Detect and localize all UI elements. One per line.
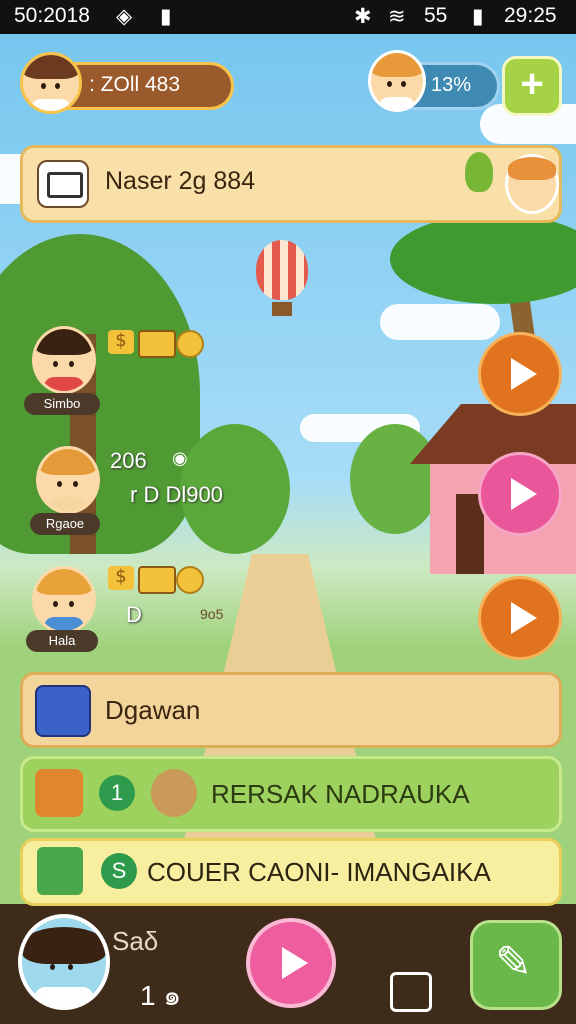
- currency-value: : ZOll 483: [89, 73, 181, 96]
- play-button-1[interactable]: [478, 332, 562, 416]
- balloon-basket: [272, 302, 292, 316]
- play-button-3[interactable]: [478, 576, 562, 660]
- bluetooth-icon: ✱: [354, 5, 372, 28]
- tool-icon: ✎: [495, 937, 532, 988]
- menu-label: COUER CAONI- IMANGAIKA: [147, 857, 491, 887]
- banner-avatar: [505, 154, 559, 214]
- character-avatar[interactable]: [36, 446, 100, 514]
- gift-box-icon: [37, 847, 83, 895]
- play-button-2[interactable]: [478, 452, 562, 536]
- arcade-icon: [35, 685, 91, 737]
- inventory-icon[interactable]: 1 ๑: [140, 974, 181, 1018]
- player-avatar[interactable]: [20, 52, 82, 114]
- ticket-icon: [138, 566, 176, 594]
- status-time: 50:2018: [14, 4, 90, 27]
- currency-badge: S: [101, 853, 137, 889]
- cash-register-icon: [35, 769, 83, 817]
- status-bar: 50:2018 ◈ ▮ ✱ ≋ 55 ▮ 29:25: [0, 0, 576, 34]
- play-icon: [511, 602, 537, 634]
- main-play-button[interactable]: [246, 918, 336, 1008]
- leaf-icon: [465, 152, 493, 192]
- battery-icon: ▮: [472, 5, 484, 28]
- profile-label: Saδ: [112, 926, 159, 956]
- status-time-right: 29:25: [504, 4, 557, 27]
- quest-icon: [37, 160, 89, 208]
- count-badge: 1: [99, 775, 135, 811]
- friend-avatar: [368, 50, 426, 112]
- location-icon: ◈: [116, 5, 133, 28]
- play-icon: [511, 358, 537, 390]
- hot-air-balloon: [256, 240, 308, 300]
- ticket-icon: [138, 330, 176, 358]
- menu-item-rersak[interactable]: 1 RERSAK NADRAUKA: [20, 756, 562, 832]
- tree: [350, 424, 440, 534]
- settings-button[interactable]: ✎: [470, 920, 562, 1010]
- palm-leaves: [390, 214, 576, 304]
- coin-icon: $: [108, 330, 134, 354]
- add-button[interactable]: +: [502, 56, 562, 116]
- character-stat: D: [126, 602, 142, 627]
- token-icon: [176, 566, 204, 594]
- pig-icon: ◉: [172, 448, 188, 469]
- bus-icon[interactable]: [390, 972, 432, 1012]
- play-icon: [282, 947, 308, 979]
- character-name: Simbo: [24, 393, 100, 415]
- character-avatar[interactable]: [32, 326, 96, 394]
- progress-percent: 13%: [431, 74, 472, 96]
- signal-level: 55: [424, 4, 448, 27]
- menu-item-couer[interactable]: S COUER CAONI- IMANGAIKA: [20, 838, 562, 906]
- play-icon: [511, 478, 537, 510]
- character-stat: 206: [110, 448, 147, 473]
- cat-icon: [151, 769, 197, 817]
- character-avatar[interactable]: [32, 566, 96, 634]
- profile-avatar[interactable]: [18, 914, 110, 1010]
- house-roof: [410, 404, 576, 464]
- banner-text: Naser 2g 884: [105, 167, 256, 195]
- lock-icon: ▮: [160, 5, 172, 28]
- quest-banner[interactable]: Naser 2g 884: [20, 145, 562, 223]
- coin-icon: $: [108, 566, 134, 590]
- cloud: [380, 304, 500, 340]
- character-name: Rgaoe: [30, 513, 100, 535]
- character-name: Hala: [26, 630, 98, 652]
- menu-item-dgawan[interactable]: Dgawan: [20, 672, 562, 748]
- menu-label: Dgawan: [105, 695, 201, 725]
- character-substat: r D Dl900: [130, 482, 223, 507]
- wifi-icon: ≋: [388, 5, 406, 28]
- token-icon: [176, 330, 204, 358]
- path-label: 9o5: [200, 606, 224, 622]
- menu-label: RERSAK NADRAUKA: [211, 779, 470, 809]
